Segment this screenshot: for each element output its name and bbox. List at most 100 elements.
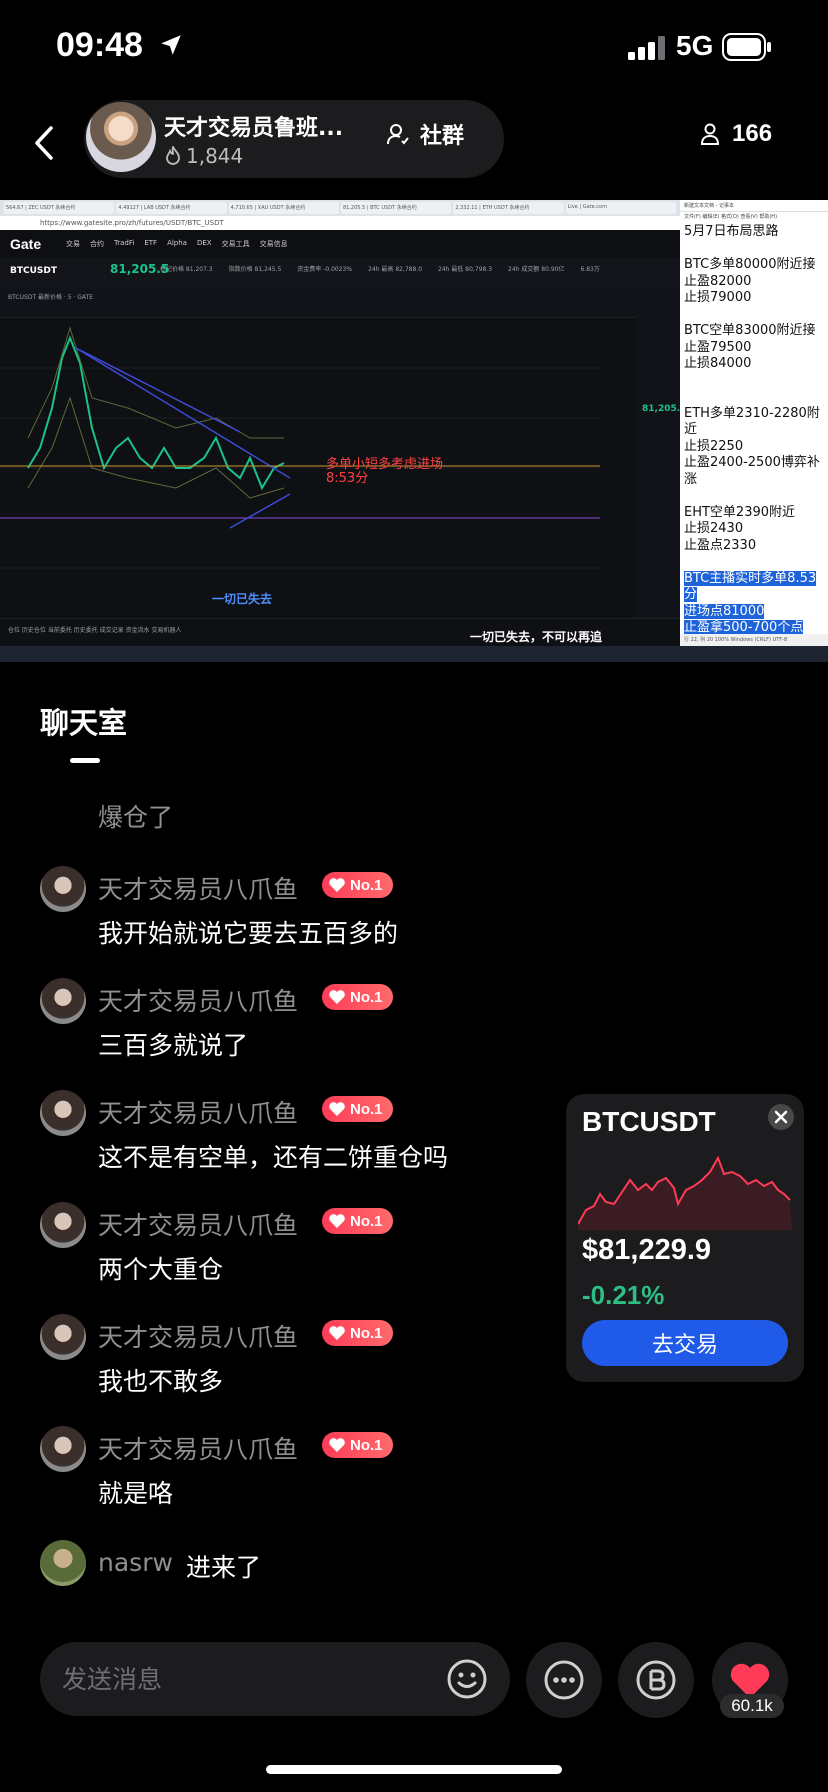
avatar[interactable] [40,1426,86,1472]
ticker-stat: 资金费率 -0.0023% [297,266,353,273]
notepad-line: BTC多单80000附近接 [684,257,816,272]
avatar[interactable] [40,1090,86,1136]
heart-badge-icon [329,1214,345,1228]
chat-username[interactable]: nasrw [98,1548,173,1577]
person-icon [700,123,720,145]
chart-toolbar: BTCUSDT 最新价格 · 5 · GATE [0,288,636,318]
chart-annotation-loss: 一切已失去 [212,592,273,606]
notepad-line: 5月7日布局思路 [684,224,779,239]
chat-message: 天才交易员八爪鱼 No.1 三百多就说了 [40,978,560,1068]
host-likes: 1,844 [164,144,243,168]
message-input[interactable] [62,1660,422,1698]
notepad-blank-line [684,389,824,406]
avatar[interactable] [40,978,86,1024]
chat-username[interactable]: 天才交易员八爪鱼 [98,870,298,906]
chat-message-text: 就是咯 [98,1479,174,1508]
notepad-line: 止盈点2330 [684,537,757,553]
browser-tab: 564.67 | ZEC USDT 永续合约 [4,202,115,214]
exchange-menu: 交易 合约 TradFi ETF Alpha DEX 交易工具 交易信息 [66,239,288,249]
notepad-blank-line [684,373,824,390]
emoji-icon[interactable] [446,1658,488,1700]
heart-badge-icon [329,1438,345,1452]
notepad-status: 行 22, 列 20 100% Windows (CRLF) UTF-8 [680,634,828,646]
close-button[interactable] [768,1104,794,1130]
flame-icon [166,146,180,165]
community-icon [387,124,409,145]
btc-sparkline [578,1155,792,1230]
chat-title[interactable]: 聊天室 [40,700,127,742]
close-icon [774,1110,788,1124]
notepad-highlight: 止盈拿500-700个点 [684,620,804,635]
network-type: 5G [676,30,714,61]
more-icon [544,1660,584,1700]
avatar[interactable] [40,866,86,912]
exchange-menu-item: 交易工具 [221,240,250,248]
notepad-line: ETH多单2310-2280附近 [684,405,820,438]
chat-message: 天才交易员八爪鱼 No.1 就是咯 [40,1426,560,1516]
chat-join-message: nasrw 进来了 [40,1540,440,1586]
btc-ticker-card[interactable]: BTCUSDT $81,229.9 -0.21% 去交易 [566,1094,804,1382]
rank-badge-label: No.1 [350,1212,383,1230]
status-bar: 09:48 5G [0,0,828,96]
chat-message: 天才交易员八爪鱼 No.1 我也不敢多 [40,1314,560,1404]
notepad-text: 5月7日布局思路 BTC多单80000附近接 止盈82000 止损79000 B… [680,222,828,639]
like-count: 60.1k [720,1694,784,1718]
notepad-line: BTC空单83000附近接 [684,323,816,338]
live-stream-video[interactable]: 564.67 | ZEC USDT 永续合约 4.49127 | LAB USD… [0,200,828,662]
avatar[interactable] [40,1540,86,1586]
chat-message-text: 我也不敢多 [98,1367,224,1396]
back-button[interactable] [24,118,64,168]
notepad-line: 止盈82000 [684,273,752,289]
exchange-menu-item: 合约 [90,240,104,248]
ticker-stat: 指数价格 81,245.5 [228,266,282,273]
notepad-blank-line [684,307,824,324]
kline-svg [0,326,600,569]
signal-icon [628,36,665,60]
browser-tab: 4,710.65 | XAU USDT 永续合约 [228,202,339,214]
btc-card-price: $81,229.9 [582,1234,712,1266]
chat-username[interactable]: 天才交易员八爪鱼 [98,1318,298,1354]
chat-tab-indicator [70,758,100,763]
stream-subtitle: 一切已失去，不可以再追 [470,630,603,644]
btc-card-change: -0.21% [582,1280,665,1310]
browser-tab: 81,205.5 | BTC USDT 永续合约 [340,202,452,214]
exchange-navbar: Gate 交易 合约 TradFi ETF Alpha DEX 交易工具 交易信… [0,230,680,258]
viewer-count[interactable]: 166 [700,120,772,148]
chat-username[interactable]: 天才交易员八爪鱼 [98,982,298,1018]
community-button[interactable]: 社群 [386,118,464,150]
avatar[interactable] [40,1202,86,1248]
rank-badge: No.1 [322,1208,393,1234]
host-avatar[interactable] [86,102,156,172]
heart-badge-icon [329,1102,345,1116]
ticker-stat: 24h 最高 82,788.0 [368,266,423,273]
orderbook: 81,205.5 [636,288,686,618]
chat-username[interactable]: 天才交易员八爪鱼 [98,1430,298,1466]
message-input-bar[interactable] [40,1642,510,1716]
btc-card-symbol: BTCUSDT [582,1106,716,1137]
exchange-menu-item: Alpha [167,239,187,247]
ticker-stat: 6.83万 [580,266,600,273]
coin-button[interactable] [618,1642,694,1718]
rank-badge-label: No.1 [350,1100,383,1118]
exchange-menu-item: 交易 [66,240,80,248]
chat-username[interactable]: 天才交易员八爪鱼 [98,1094,298,1130]
viewer-count-value: 166 [732,120,773,147]
chat-message: 天才交易员八爪鱼 No.1 两个大重仓 [40,1202,560,1292]
notepad-highlight: 进场点81000 [684,603,765,619]
notepad-window: 新建文本文档 - 记事本 文件(F) 编辑(E) 格式(O) 查看(V) 帮助(… [680,200,828,646]
ticker-bar: BTCUSDT 81,205.5 标记价格 81,207.3 指数价格 81,2… [0,258,680,288]
home-indicator[interactable] [266,1765,562,1774]
windows-taskbar [0,646,828,662]
ticker-stats: 标记价格 81,207.3 指数价格 81,245.5 资金费率 -0.0023… [160,264,600,273]
more-button[interactable] [526,1642,602,1718]
avatar[interactable] [40,1314,86,1360]
heart-badge-icon [329,1326,345,1340]
browser-tab: Live | Gate.com [565,202,676,214]
host-likes-count: 1,844 [186,144,244,168]
trade-button[interactable]: 去交易 [582,1320,788,1366]
notepad-highlight-line: 进场点81000 [684,603,824,621]
chat-message: 天才交易员八爪鱼 No.1 这不是有空单，还有二饼重仓吗 [40,1090,560,1180]
notepad-line: 止损84000 [684,356,752,371]
chat-username[interactable]: 天才交易员八爪鱼 [98,1206,298,1242]
host-info-pill[interactable]: 天才交易员鲁班... 1,844 社群 [84,100,504,178]
